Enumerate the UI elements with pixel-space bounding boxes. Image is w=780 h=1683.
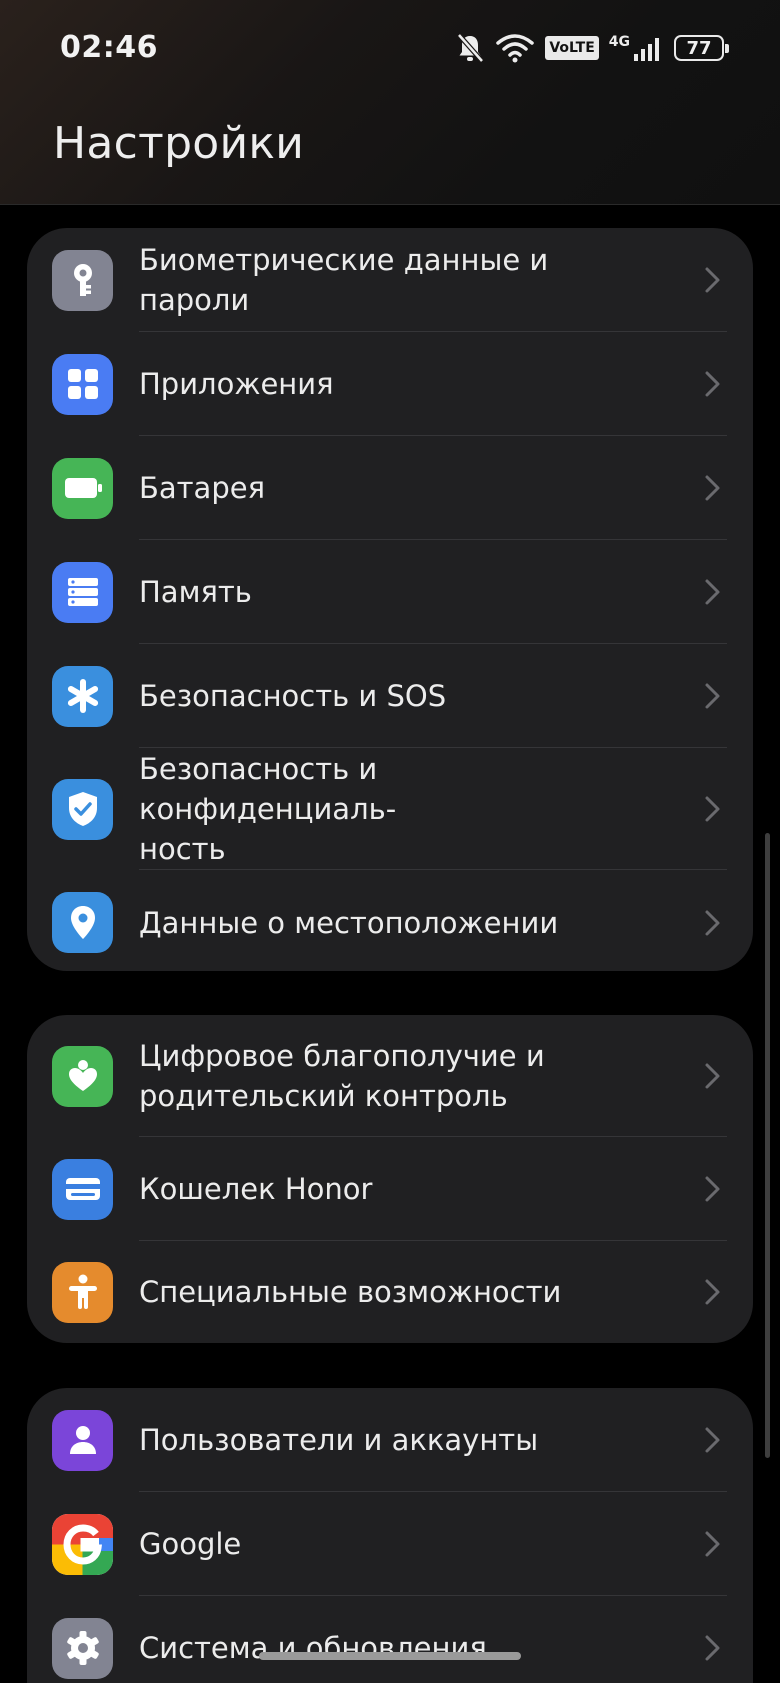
chevron-right-icon (705, 1279, 720, 1305)
settings-group-3: Пользователи и аккаунты Google Система и… (27, 1388, 753, 1683)
gear-icon (52, 1617, 113, 1679)
settings-item-google[interactable]: Google (27, 1492, 753, 1596)
apps-grid-icon (52, 353, 113, 415)
settings-item-users-accounts[interactable]: Пользователи и аккаунты (27, 1388, 753, 1492)
settings-item-battery[interactable]: Батарея (27, 436, 753, 540)
key-icon (52, 249, 113, 311)
settings-item-digital-wellbeing[interactable]: Цифровое благополучие и родительский кон… (27, 1015, 753, 1137)
settings-item-label: Безопасность и конфиденциаль- ность (139, 752, 397, 866)
settings-item-label: Память (139, 575, 252, 609)
settings-item-label: Батарея (139, 471, 266, 505)
user-icon (52, 1409, 113, 1471)
settings-item-label: Система и обновления (139, 1631, 487, 1665)
volte-icon: VoLTE (545, 36, 599, 60)
settings-item-apps[interactable]: Приложения (27, 332, 753, 436)
settings-item-system-updates[interactable]: Система и обновления (27, 1596, 753, 1683)
chevron-right-icon (705, 371, 720, 397)
storage-icon (52, 561, 113, 623)
google-icon (52, 1513, 113, 1575)
settings-group-2: Цифровое благополучие и родительский кон… (27, 1015, 753, 1343)
status-icons: VoLTE 4G 77 (455, 30, 729, 66)
network-type-label: 4G (608, 34, 630, 50)
chevron-right-icon (705, 267, 720, 293)
wellbeing-heart-icon (52, 1045, 113, 1107)
header: 02:46 VoLTE 4G 77 Настройки (0, 0, 780, 205)
accessibility-icon (52, 1261, 113, 1323)
page-title: Настройки (53, 118, 305, 169)
settings-item-safety-sos[interactable]: Безопасность и SOS (27, 644, 753, 748)
scrollbar[interactable] (765, 833, 770, 1458)
chevron-right-icon (705, 796, 720, 822)
status-time: 02:46 (60, 30, 158, 65)
status-bar: 02:46 VoLTE 4G 77 (0, 0, 780, 100)
settings-item-accessibility[interactable]: Специальные возможности (27, 1241, 753, 1343)
battery-level: 77 (686, 37, 712, 59)
wallet-icon (52, 1158, 113, 1220)
chevron-right-icon (705, 579, 720, 605)
battery-icon (52, 457, 113, 519)
chevron-right-icon (705, 1176, 720, 1202)
settings-item-label: Google (139, 1527, 242, 1561)
settings-item-location[interactable]: Данные о местоположении (27, 870, 753, 975)
location-pin-icon (52, 892, 113, 953)
settings-group-1: Биометрические данные и пароли Приложени… (27, 228, 753, 971)
settings-item-label: Пользователи и аккаунты (139, 1423, 539, 1457)
settings-item-label: Цифровое благополучие и родительский кон… (139, 1039, 545, 1113)
settings-item-label: Кошелек Honor (139, 1172, 373, 1206)
settings-item-label: Безопасность и SOS (139, 679, 447, 713)
bell-off-icon (455, 32, 485, 64)
asterisk-icon (52, 665, 113, 727)
wifi-icon (495, 33, 535, 63)
settings-screen: 02:46 VoLTE 4G 77 Настройки Биометрическ… (0, 0, 780, 1683)
settings-item-biometrics[interactable]: Биометрические данные и пароли (27, 228, 753, 332)
settings-item-label: Специальные возможности (139, 1275, 562, 1309)
home-indicator[interactable] (259, 1652, 521, 1660)
chevron-right-icon (705, 1063, 720, 1089)
chevron-right-icon (705, 910, 720, 935)
chevron-right-icon (705, 1531, 720, 1557)
signal-4g-icon: 4G (609, 34, 664, 62)
chevron-right-icon (705, 683, 720, 709)
chevron-right-icon (705, 475, 720, 501)
shield-check-icon (52, 778, 113, 840)
settings-item-label: Приложения (139, 367, 334, 401)
settings-item-label: Данные о местоположении (139, 905, 559, 940)
settings-item-honor-wallet[interactable]: Кошелек Honor (27, 1137, 753, 1241)
settings-item-storage[interactable]: Память (27, 540, 753, 644)
chevron-right-icon (705, 1427, 720, 1453)
settings-item-label: Биометрические данные и пароли (139, 243, 549, 317)
settings-item-security-privacy[interactable]: Безопасность и конфиденциаль- ность (27, 748, 753, 870)
battery-icon: 77 (674, 35, 729, 61)
chevron-right-icon (705, 1635, 720, 1661)
